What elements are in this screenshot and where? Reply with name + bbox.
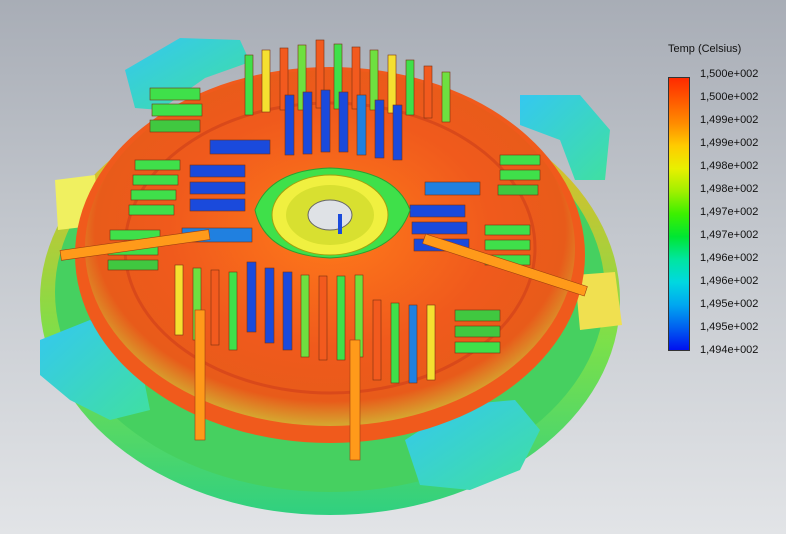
legend-tick: 1,498e+002 <box>700 183 759 195</box>
legend-title: Temp (Celsius) <box>668 43 742 55</box>
legend-tick: 1,500e+002 <box>700 68 759 80</box>
legend-tick: 1,496e+002 <box>700 275 759 287</box>
legend-tick: 1,496e+002 <box>700 252 759 264</box>
legend-tick: 1,495e+002 <box>700 321 759 333</box>
legend-tick: 1,500e+002 <box>700 91 759 103</box>
legend-tick: 1,495e+002 <box>700 298 759 310</box>
legend-tick: 1,494e+002 <box>700 344 759 356</box>
legend-tick: 1,497e+002 <box>700 229 759 241</box>
legend-tick: 1,497e+002 <box>700 206 759 218</box>
legend-tick: 1,499e+002 <box>700 137 759 149</box>
temperature-colorbar <box>668 77 690 351</box>
legend-tick: 1,499e+002 <box>700 114 759 126</box>
legend-tick: 1,498e+002 <box>700 160 759 172</box>
